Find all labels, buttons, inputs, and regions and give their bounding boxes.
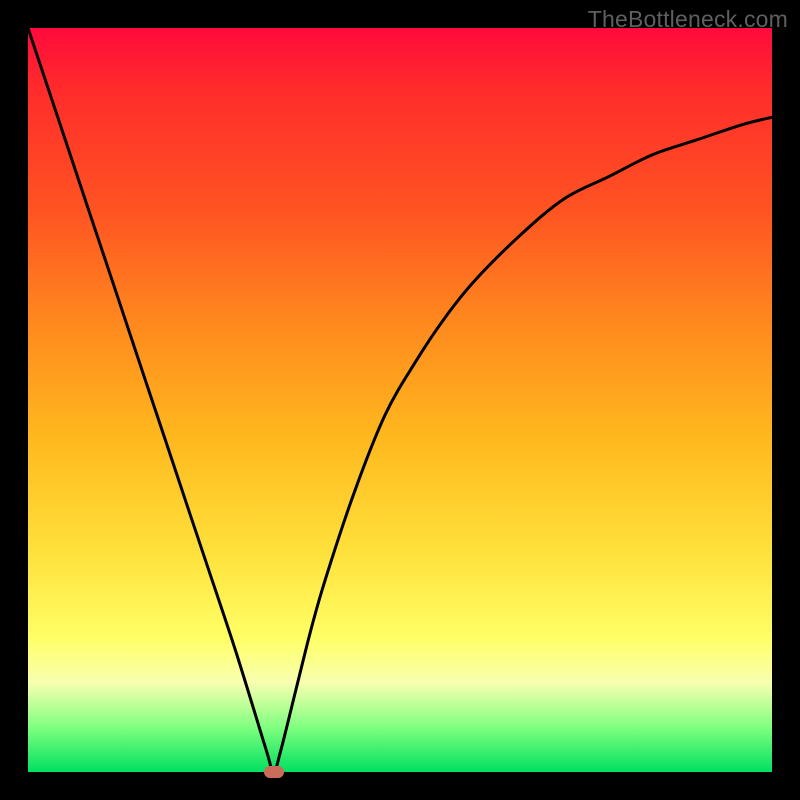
bottleneck-curve — [28, 28, 772, 772]
chart-frame: TheBottleneck.com — [0, 0, 800, 800]
plot-area — [28, 28, 772, 772]
watermark-text: TheBottleneck.com — [588, 6, 788, 33]
minimum-marker — [264, 766, 284, 778]
curve-svg — [28, 28, 772, 772]
